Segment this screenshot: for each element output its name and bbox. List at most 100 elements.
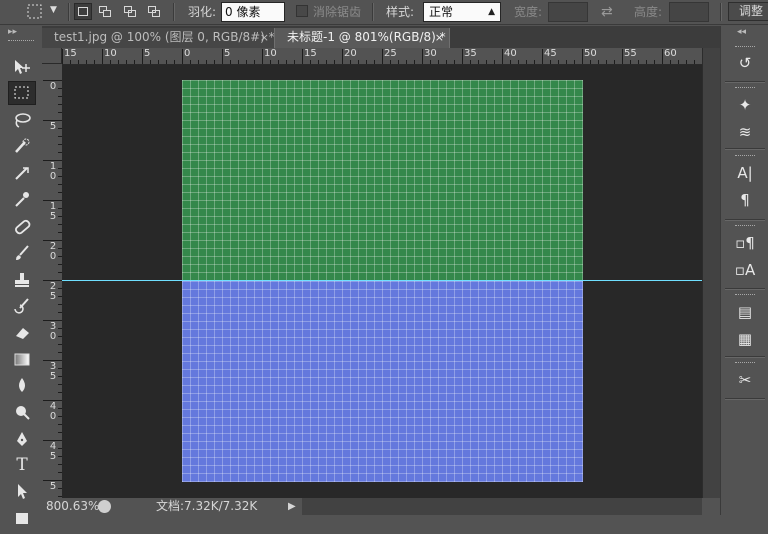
ruler-tick [302,49,303,64]
swap-icon[interactable]: ⇄ [601,0,613,24]
brush-tool-icon[interactable] [8,241,36,265]
ruler-tick [654,60,655,64]
crop-tool-icon[interactable] [8,161,36,185]
collapse-toolbar-icon[interactable]: ▸▸ [8,27,17,37]
ruler-tick [342,49,343,64]
ruler-tick [254,60,255,64]
add-to-selection-button[interactable] [96,3,114,20]
ruler-tick [598,60,599,64]
brush-presets-panel-icon[interactable]: ≋ [731,121,759,143]
ruler-origin[interactable] [42,48,62,64]
ruler-label: 20 [344,48,357,59]
tool-presets-panel-icon[interactable]: ✂ [731,369,759,391]
height-input[interactable] [669,2,709,22]
gradient-tool-icon[interactable] [8,347,36,371]
ruler-tick [318,60,319,64]
width-label: 宽度: [514,5,543,19]
ruler-tick [550,60,551,64]
rect-marquee-tool-icon[interactable] [8,81,36,105]
ruler-tick [94,60,95,64]
tab-test1[interactable]: test1.jpg @ 100% (图层 0, RGB/8#) * × [42,28,275,48]
ruler-label: 25 [384,48,397,59]
vertical-scrollbar[interactable] [702,48,720,498]
ruler-label: 10 [264,48,277,59]
history-brush-tool-icon[interactable] [8,294,36,318]
style-select[interactable]: 正常 ▲ [423,2,501,22]
notes-panel-icon[interactable]: ▤ [731,301,759,323]
ruler-tick [142,49,143,64]
ruler-tick [358,60,359,64]
ruler-label: 0 [184,48,191,59]
ruler-label: 10 [49,161,57,182]
shape-tool-icon[interactable] [8,506,36,530]
ruler-tick [678,60,679,64]
horizontal-scrollbar[interactable] [300,498,702,515]
horizontal-ruler[interactable]: 15 10 5 0 5 10 15 20 25 30 35 40 45 50 55 60 [62,48,702,65]
eraser-tool-icon[interactable] [8,321,36,345]
blur-tool-icon[interactable] [8,373,36,397]
tool-preset-picker[interactable]: ▼ [22,3,62,21]
ruler-tick [518,60,519,64]
character-panel-icon[interactable]: A| [731,162,759,184]
width-input[interactable] [548,2,588,22]
ruler-tick [662,49,663,64]
ruler-tick [294,60,295,64]
zoom-level[interactable]: 800.63% [46,498,99,515]
ruler-tick [262,49,263,64]
ruler-tick [166,60,167,64]
quick-selection-tool-icon[interactable] [8,134,36,158]
ruler-tick [198,60,199,64]
tools-panel: ▸▸ T [0,26,43,524]
ruler-tick [430,60,431,64]
intersect-selection-button[interactable] [145,3,163,20]
canvas-green-area[interactable] [182,80,583,281]
close-icon[interactable]: × [260,28,269,47]
ruler-tick [126,60,127,64]
path-selection-tool-icon[interactable] [8,479,36,503]
feather-input[interactable]: 0 像素 [221,2,285,22]
ruler-tick [622,49,623,64]
ruler-tick [398,60,399,64]
canvas-blue-area[interactable] [182,281,583,482]
ruler-tick [462,49,463,64]
lasso-tool-icon[interactable] [8,108,36,132]
subtract-from-selection-button[interactable] [121,3,139,20]
eyedropper-tool-icon[interactable] [8,187,36,211]
type-tool-icon[interactable]: T [8,453,36,477]
spot-healing-tool-icon[interactable] [8,215,36,239]
ruler-tick [150,60,151,64]
ruler-label: 35 [464,48,477,59]
dodge-tool-icon[interactable] [8,400,36,424]
tab-untitled-1[interactable]: 未标题-1 @ 801%(RGB/8) * × [274,28,450,48]
vertical-ruler[interactable]: 0 5 10 15 20 25 30 35 40 45 5 [42,64,63,498]
ruler-tick [110,60,111,64]
collapse-panels-icon[interactable]: ◂◂ [737,27,746,37]
close-icon[interactable]: × [435,28,444,47]
new-selection-button[interactable] [74,3,92,20]
ruler-tick [470,60,471,64]
ruler-tick [222,49,223,64]
character-styles-panel-icon[interactable]: ▫¶ [731,232,759,254]
properties-panel-icon[interactable]: ▦ [731,328,759,350]
pen-tool-icon[interactable] [8,427,36,451]
clone-stamp-tool-icon[interactable] [8,268,36,292]
status-menu-icon[interactable] [98,500,111,513]
ruler-tick [158,60,159,64]
move-tool-icon[interactable] [8,55,36,79]
ruler-tick [510,60,511,64]
ruler-label: 15 [64,48,77,59]
history-panel-icon[interactable]: ↺ [731,52,759,74]
ruler-tick [382,49,383,64]
ruler-tick [422,49,423,64]
horizontal-guide[interactable] [62,280,702,281]
ruler-label: 55 [624,48,637,59]
brushes-panel-icon[interactable]: ✦ [731,94,759,116]
paragraph-styles-panel-icon[interactable]: ▫A [731,259,759,281]
antialias-checkbox[interactable] [296,5,308,17]
status-arrow-icon[interactable]: ▶ [288,498,296,515]
ruler-tick [230,60,231,64]
ruler-tick [390,60,391,64]
paragraph-panel-icon[interactable]: ¶ [731,189,759,211]
ruler-tick [182,49,183,64]
refine-edge-button[interactable]: 调整 [728,2,768,21]
